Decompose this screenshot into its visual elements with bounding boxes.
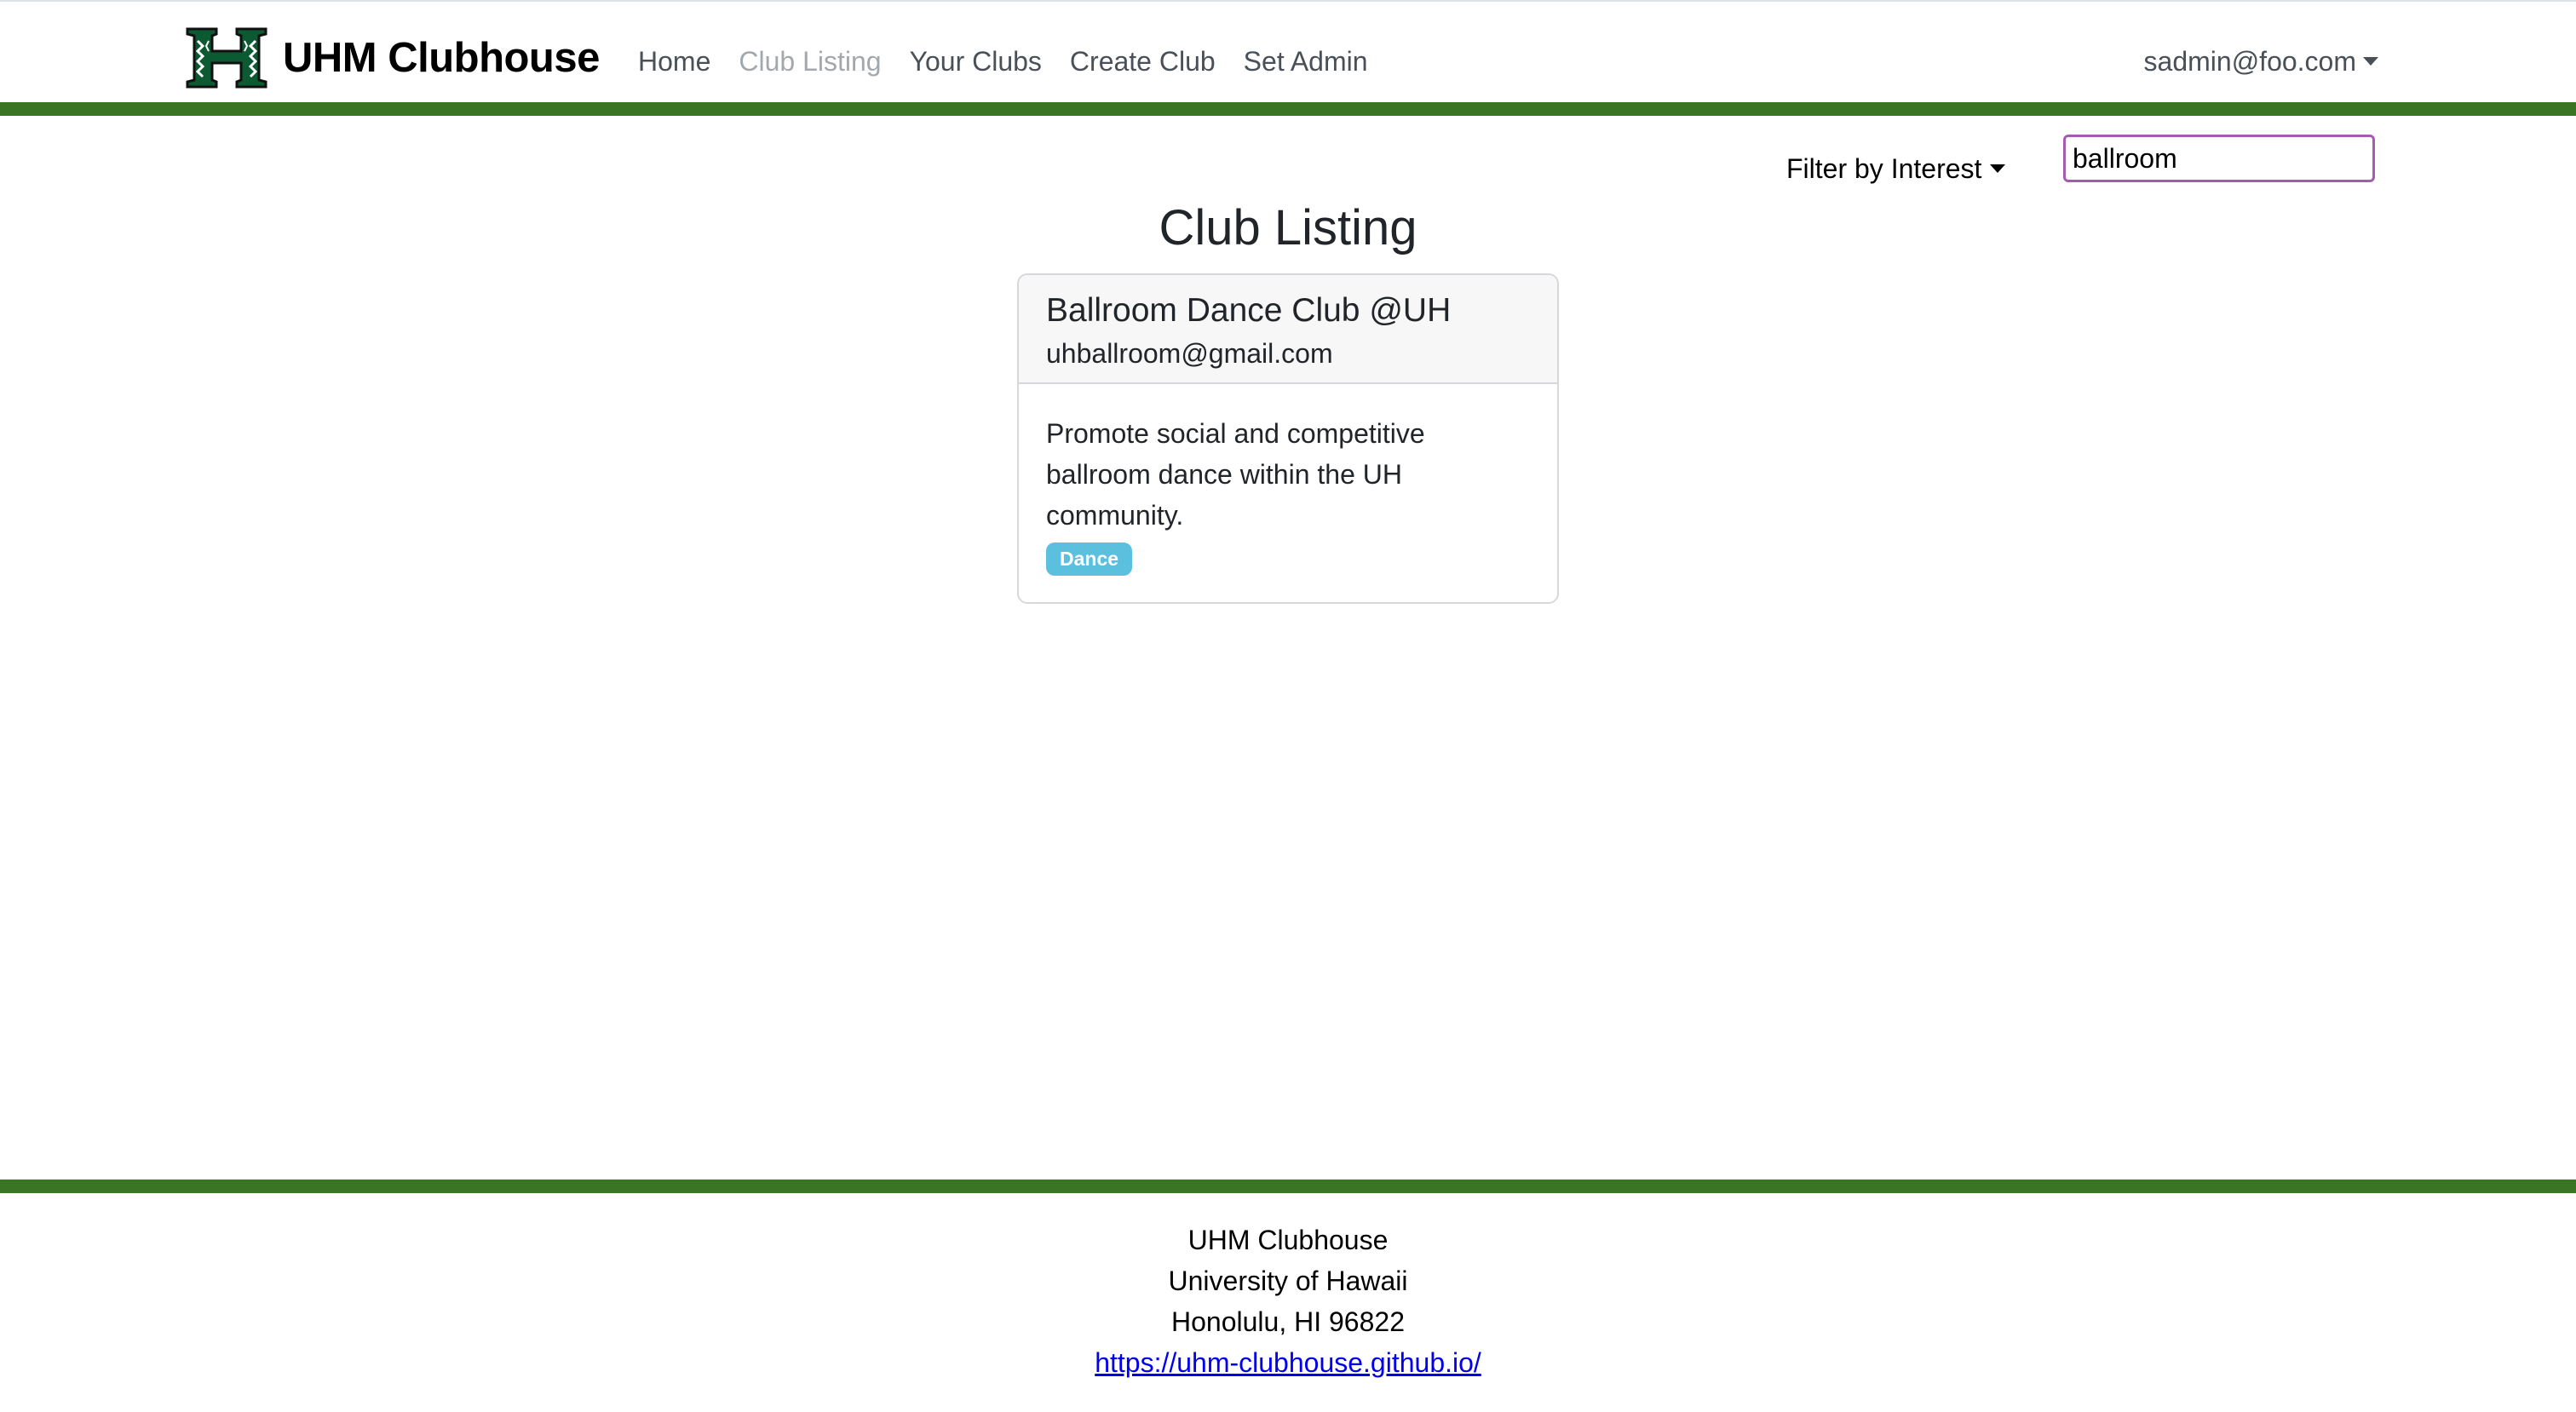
footer: UHM Clubhouse University of Hawaii Honol… (0, 1220, 2576, 1383)
interest-tag-badge[interactable]: Dance (1046, 542, 1133, 576)
club-description: Promote social and competitive ballroom … (1046, 418, 1425, 531)
footer-org-name: UHM Clubhouse (1187, 1225, 1389, 1255)
club-name: Ballroom Dance Club @UH (1046, 292, 1452, 329)
search-input[interactable] (2063, 135, 2375, 182)
nav-club-listing[interactable]: Club Listing (739, 46, 881, 77)
club-email: uhballroom@gmail.com (1046, 338, 1333, 369)
brand-link[interactable]: UHM Clubhouse (186, 24, 600, 92)
nav-your-clubs[interactable]: Your Clubs (910, 46, 1042, 77)
nav-create-club[interactable]: Create Club (1070, 46, 1216, 77)
club-card: Ballroom Dance Club @UH uhballroom@gmail… (1017, 273, 1559, 604)
club-card-body: Promote social and competitive ballroom … (1019, 384, 1557, 576)
nav-home[interactable]: Home (638, 46, 710, 77)
filter-by-interest-dropdown[interactable]: Filter by Interest (1786, 146, 2006, 191)
navbar: UHM Clubhouse Home Club Listing Your Clu… (0, 2, 2576, 102)
user-dropdown[interactable]: sadmin@foo.com (2144, 39, 2378, 83)
footer-website-link[interactable]: https://uhm-clubhouse.github.io/ (1095, 1347, 1481, 1378)
main-nav: Home Club Listing Your Clubs Create Club… (638, 39, 1396, 83)
user-email: sadmin@foo.com (2143, 45, 2356, 77)
club-card-header: Ballroom Dance Club @UH uhballroom@gmail… (1019, 275, 1557, 384)
uh-h-logo-icon (186, 27, 267, 89)
brand-title: UHM Clubhouse (283, 35, 600, 81)
page-title: Club Listing (1159, 200, 1417, 255)
nav-set-admin[interactable]: Set Admin (1244, 46, 1368, 77)
filter-label: Filter by Interest (1786, 152, 1982, 184)
caret-down-icon (2363, 57, 2378, 66)
footer-address: Honolulu, HI 96822 (1171, 1306, 1405, 1337)
caret-down-icon (1990, 164, 2006, 173)
footer-accent-bar (0, 1180, 2576, 1193)
navbar-accent-bar (0, 102, 2576, 116)
footer-university: University of Hawaii (1168, 1266, 1408, 1296)
